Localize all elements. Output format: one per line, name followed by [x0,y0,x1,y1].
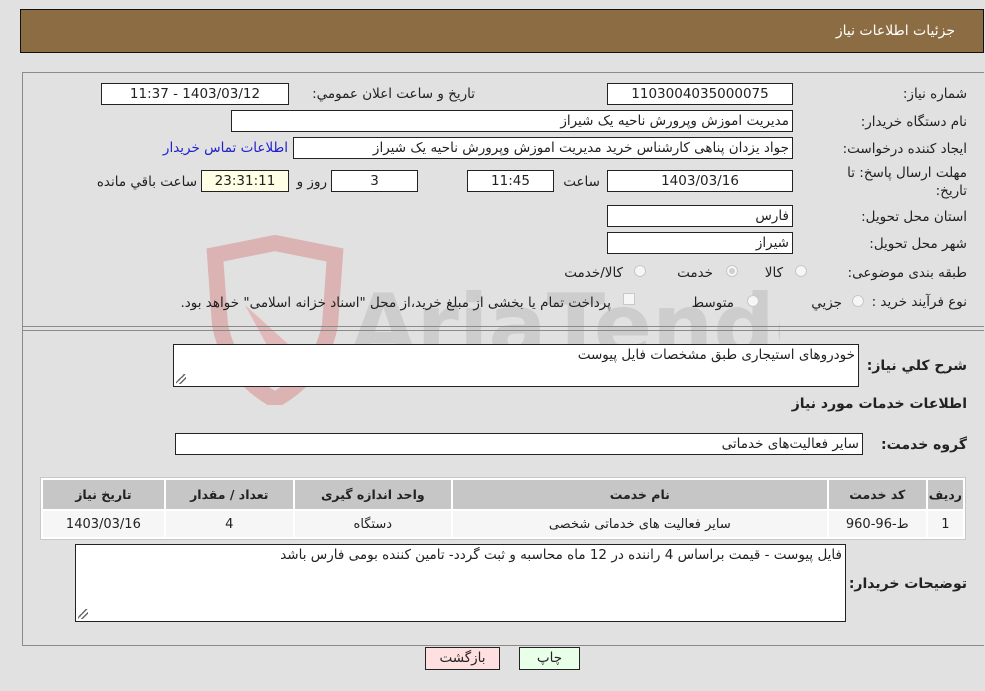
cell-row-number: 1 [927,511,963,537]
cell-service-code: ط-96-960 [828,511,926,537]
category-radio-goods[interactable] [795,265,807,277]
col-need-date: تاریخ نیاز [43,480,164,509]
deadline-label: مهلت ارسال پاسخ: تا [847,165,967,181]
province-label: استان محل تحویل: [861,209,967,225]
treasury-payment-note: پرداخت تمام یا بخشی از مبلغ خرید،از محل … [180,295,611,311]
deadline-label-line2: تاریخ: [935,183,967,199]
back-button[interactable]: بازگشت [425,647,500,670]
need-number-field: 1103004035000075 [607,83,793,105]
resize-grip-icon[interactable] [176,374,186,384]
page-header: جزئیات اطلاعات نیاز [20,9,984,53]
need-number-label: شماره نیاز: [902,86,967,102]
category-option-goods-service: کالا/خدمت [564,265,623,281]
process-type-label: نوع فرآیند خرید : [871,294,967,310]
process-radio-medium[interactable] [747,295,759,307]
deadline-time-field: 11:45 [467,170,554,192]
cell-unit: دستگاه [294,511,451,537]
description-textarea[interactable]: خودروهای استیجاری طبق مشخصات فایل پیوست [173,344,859,387]
table-row: 1 ط-96-960 سایر فعالیت های خدماتی شخصی د… [43,511,963,537]
announce-datetime-field: 1403/03/12 - 11:37 [101,83,289,105]
process-option-medium: متوسط [691,295,734,311]
buyer-notes-label: توضیحات خریدار: [848,576,967,592]
province-field: فارس [607,205,793,227]
category-option-service: خدمت [677,265,713,281]
deadline-time-label: ساعت [563,174,600,190]
announce-datetime-label: تاریخ و ساعت اعلان عمومي: [312,86,475,102]
col-row-number: ردیف [927,480,963,509]
buyer-notes-textarea[interactable]: فایل پیوست - قیمت براساس 4 راننده در 12 … [75,544,846,622]
remaining-time-field: 23:31:11 [201,170,289,192]
remaining-time-label: ساعت باقي مانده [96,174,197,190]
resize-grip-icon[interactable] [78,609,88,619]
days-label: روز و [296,174,327,190]
print-button[interactable]: چاپ [519,647,580,670]
process-option-minor: جزيي [811,295,842,311]
requester-label: ایجاد کننده درخواست: [842,141,967,157]
category-radio-goods-service[interactable] [634,265,646,277]
col-unit: واحد اندازه گیری [294,480,451,509]
description-label: شرح کلي نیاز: [866,358,967,374]
category-option-goods: کالا [764,265,783,281]
remaining-days-field: 3 [331,170,418,192]
treasury-payment-checkbox[interactable] [623,293,635,305]
buyer-org-field: مدیریت اموزش وپرورش ناحیه یک شیراز [231,110,793,132]
requester-field: جواد یزدان پناهی کارشناس خرید مدیریت امو… [293,137,793,159]
cell-need-date: 1403/03/16 [43,511,164,537]
col-quantity: تعداد / مقدار [165,480,293,509]
deadline-date-field: 1403/03/16 [607,170,793,192]
services-table: ردیف کد خدمت نام خدمت واحد اندازه گیری ت… [40,477,966,540]
buyer-contact-link[interactable]: اطلاعات تماس خریدار [163,140,288,156]
col-service-code: کد خدمت [828,480,926,509]
services-section-title: اطلاعات خدمات مورد نیاز [791,396,967,412]
divider [22,330,984,331]
page-title: جزئیات اطلاعات نیاز [835,23,955,39]
cell-quantity: 4 [165,511,293,537]
process-radio-minor[interactable] [852,295,864,307]
city-field: شیراز [607,232,793,254]
service-group-field: سایر فعالیت‌های خدماتی [175,433,863,455]
service-group-label: گروه خدمت: [881,437,967,453]
col-service-name: نام خدمت [452,480,827,509]
buyer-notes-text: فایل پیوست - قیمت براساس 4 راننده در 12 … [280,547,842,563]
table-header-row: ردیف کد خدمت نام خدمت واحد اندازه گیری ت… [43,480,963,509]
divider [22,326,984,327]
category-radio-service[interactable] [726,265,738,277]
buyer-org-label: نام دستگاه خریدار: [860,114,967,130]
cell-service-name: سایر فعالیت های خدماتی شخصی [452,511,827,537]
category-label: طبقه بندی موضوعی: [847,265,967,281]
city-label: شهر محل تحویل: [869,236,967,252]
description-text: خودروهای استیجاری طبق مشخصات فایل پیوست [577,347,855,363]
